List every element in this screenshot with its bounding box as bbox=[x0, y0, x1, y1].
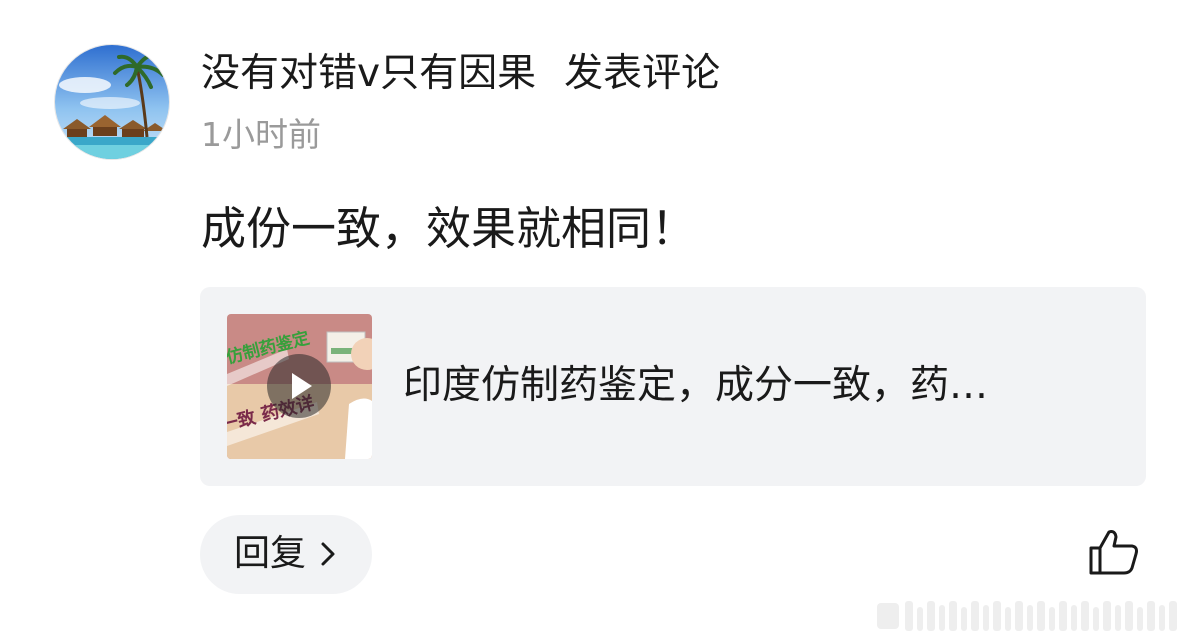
comment-item: 没有对错v只有因果 发表评论 1小时前 成份一致，效果就相同！ 仿制药鉴定 一致 … bbox=[0, 0, 1200, 642]
comment-text: 成份一致，效果就相同！ bbox=[201, 202, 697, 255]
reply-label: 回复 bbox=[234, 533, 307, 574]
avatar-image bbox=[55, 45, 169, 159]
video-thumbnail: 仿制药鉴定 一致 药效详 bbox=[227, 314, 372, 459]
chevron-right-icon bbox=[320, 541, 336, 571]
watermark-graphic bbox=[875, 593, 1195, 642]
linked-video-title[interactable]: 印度仿制药鉴定，成分一致，药… bbox=[403, 359, 988, 413]
comment-action-label: 发表评论 bbox=[564, 51, 721, 96]
avatar[interactable] bbox=[54, 44, 170, 160]
thumbs-up-icon[interactable] bbox=[1088, 528, 1140, 580]
reply-button[interactable]: 回复 bbox=[200, 515, 372, 594]
author-name[interactable]: 没有对错v只有因果 bbox=[201, 51, 536, 96]
linked-video-card[interactable]: 仿制药鉴定 一致 药效详 印度仿制药鉴定，成分一致，药… bbox=[200, 287, 1146, 486]
comment-timestamp: 1小时前 bbox=[201, 115, 321, 154]
play-icon[interactable] bbox=[267, 354, 331, 418]
comment-header: 没有对错v只有因果 发表评论 bbox=[201, 48, 720, 100]
